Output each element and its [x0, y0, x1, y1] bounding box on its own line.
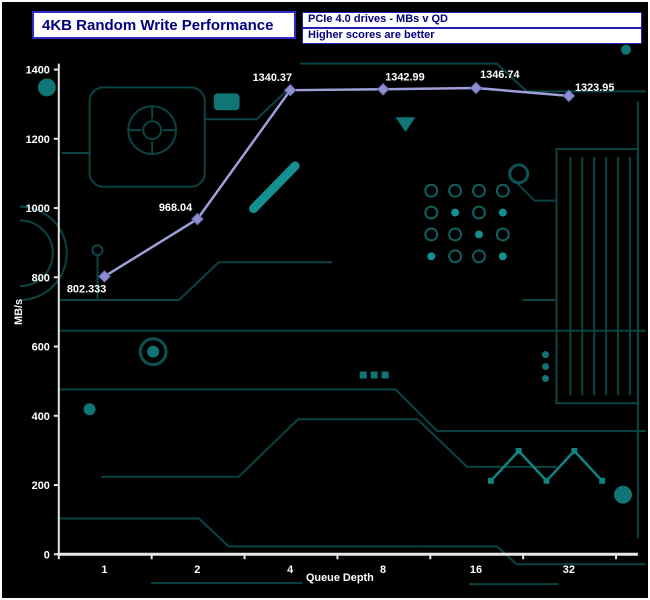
data-point-marker — [377, 84, 388, 95]
chart-title-text: 4KB Random Write Performance — [42, 17, 273, 34]
data-point-label: 1323.95 — [575, 82, 614, 94]
data-point-label: 1340.37 — [253, 72, 292, 84]
chart-canvas: 4KB Random Write Performance PCIe 4.0 dr… — [0, 0, 650, 600]
chart-subtitle-drives: PCIe 4.0 drives - MBs v QD — [302, 12, 642, 28]
chart-subtitle-note: Higher scores are better — [302, 28, 642, 44]
chart-subtitle-drives-text: PCIe 4.0 drives - MBs v QD — [308, 13, 448, 25]
data-point-label: 1346.74 — [480, 69, 519, 81]
chart-subtitle-note-text: Higher scores are better — [308, 29, 435, 41]
data-point-label: 968.04 — [159, 202, 192, 214]
x-axis-title: Queue Depth — [306, 572, 374, 584]
series-line — [104, 88, 568, 276]
x-tick-label: 16 — [470, 564, 482, 576]
line-chart: 0 200 400 600 800 1000 1200 1400 1 2 4 8 16 32 Queue D… — [2, 2, 648, 598]
y-tick-label: 800 — [32, 272, 50, 284]
data-point-marker — [563, 90, 574, 101]
y-axis-title: MB/s — [13, 299, 25, 325]
y-tick-label: 600 — [32, 342, 50, 354]
x-tick-label: 2 — [194, 564, 200, 576]
y-tick-label: 1400 — [26, 65, 50, 77]
data-point-marker — [99, 271, 110, 282]
data-point-marker — [470, 82, 481, 93]
data-point-label: 1342.99 — [385, 71, 424, 83]
y-tick-label: 0 — [44, 549, 50, 561]
x-tick-label: 4 — [287, 564, 293, 576]
y-tick-label: 1000 — [26, 203, 50, 215]
y-tick-label: 400 — [32, 411, 50, 423]
x-tick-label: 1 — [101, 564, 107, 576]
y-tick-label: 1200 — [26, 134, 50, 146]
x-tick-label: 8 — [380, 564, 386, 576]
x-tick-label: 32 — [563, 564, 575, 576]
y-tick-label: 200 — [32, 480, 50, 492]
chart-title: 4KB Random Write Performance — [32, 11, 296, 39]
data-point-label: 802.333 — [67, 283, 106, 295]
